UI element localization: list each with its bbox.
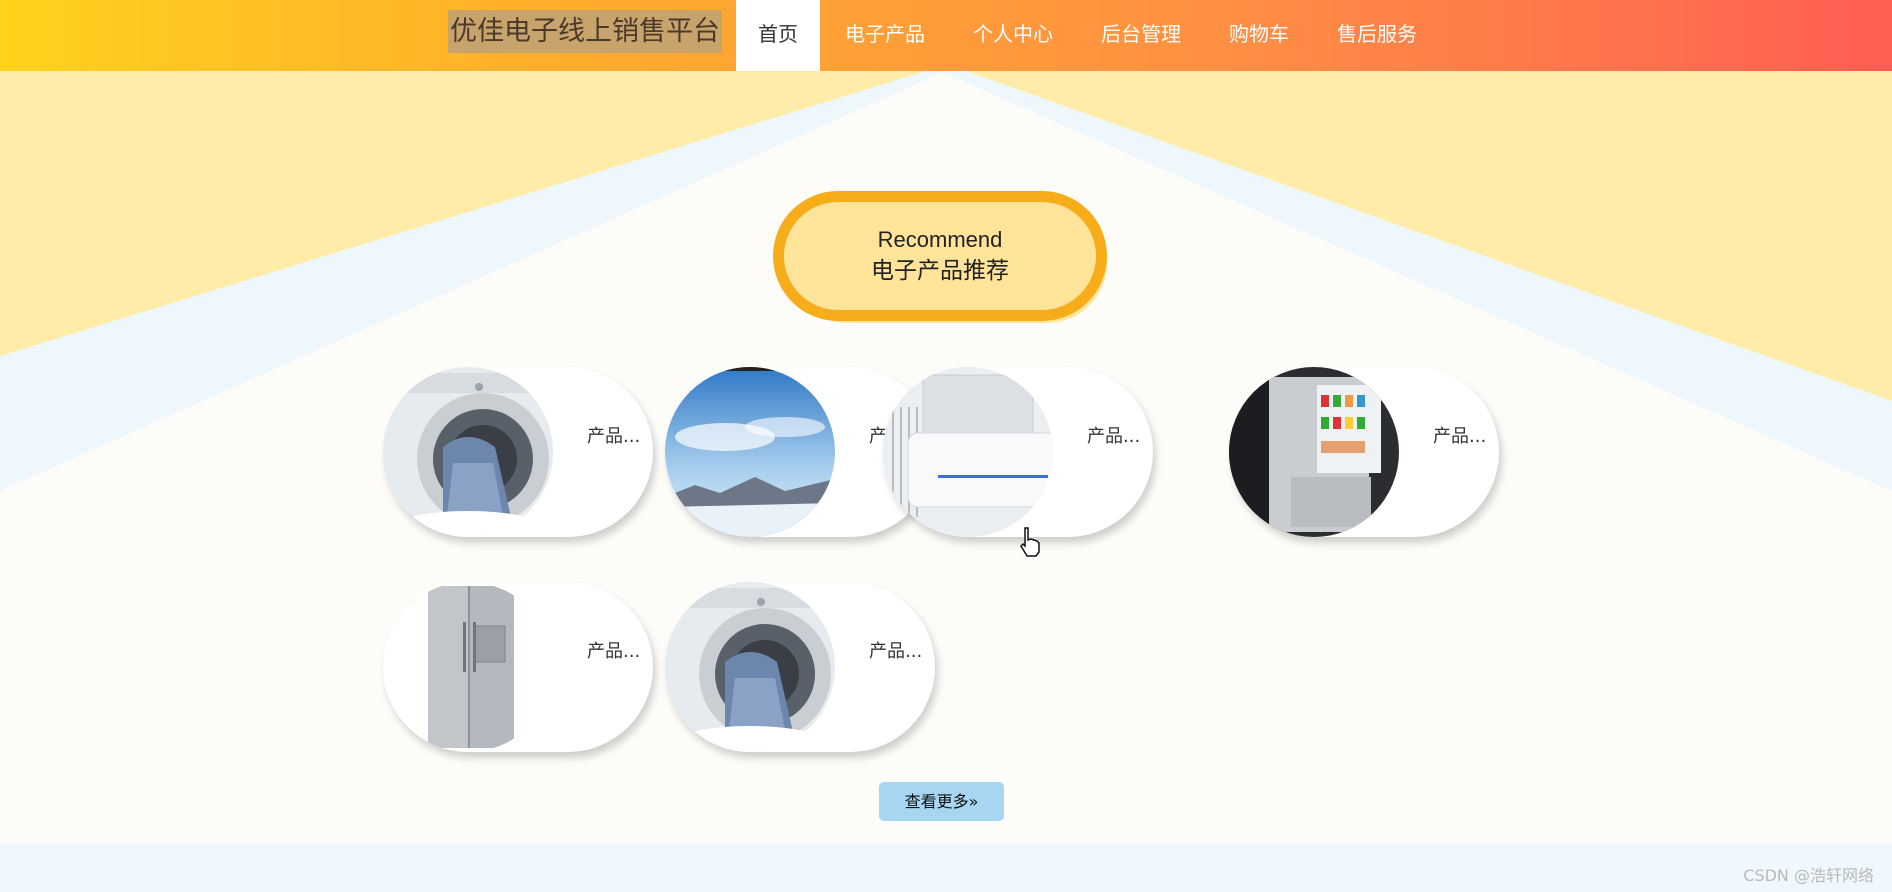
product-label: 产品... (1433, 426, 1487, 447)
product-card[interactable]: 产品... (383, 367, 653, 537)
main-nav: 首页 电子产品 个人中心 后台管理 购物车 售后服务 (736, 0, 1440, 71)
sky-landscape-image (665, 367, 835, 537)
product-card[interactable]: 产品... (665, 582, 935, 752)
site-brand[interactable]: 优佳电子线上销售平台 (448, 10, 722, 53)
top-nav-bar: 优佳电子线上销售平台 首页 电子产品 个人中心 后台管理 购物车 售后服务 (0, 0, 1892, 71)
washing-machine-image (383, 367, 553, 537)
product-label: 产品... (869, 641, 923, 662)
refrigerator-open-image (1229, 367, 1399, 537)
air-conditioner-image (883, 367, 1053, 537)
nav-item-profile[interactable]: 个人中心 (950, 0, 1076, 71)
nav-item-home[interactable]: 首页 (736, 0, 820, 71)
product-card[interactable]: 产品... (1229, 367, 1499, 537)
nav-item-after-sales[interactable]: 售后服务 (1314, 0, 1440, 71)
section-title-cn: 电子产品推荐 (871, 258, 1009, 284)
hand-cursor-icon (1020, 527, 1040, 557)
view-more-button[interactable]: 查看更多» (879, 782, 1004, 821)
product-label: 产品... (1087, 426, 1141, 447)
product-label: 产品... (587, 426, 641, 447)
refrigerator-image (383, 582, 553, 752)
section-title-badge: Recommend 电子产品推荐 (773, 191, 1107, 323)
washing-machine-image (665, 582, 835, 752)
nav-item-products[interactable]: 电子产品 (822, 0, 948, 71)
footer-band (0, 843, 1892, 892)
nav-item-admin[interactable]: 后台管理 (1078, 0, 1204, 71)
product-label: 产品... (587, 641, 641, 662)
section-title-en: Recommend (877, 227, 1003, 252)
title-badge: Recommend 电子产品推荐 (773, 191, 1107, 321)
product-card[interactable]: 产品... (883, 367, 1153, 537)
product-card[interactable]: 产品... (383, 582, 653, 752)
watermark: CSDN @浩轩网络 (1743, 866, 1874, 885)
recommend-section: Recommend 电子产品推荐 产品... 产品... 产品... 产品...… (0, 71, 1892, 843)
nav-item-cart[interactable]: 购物车 (1206, 0, 1312, 71)
